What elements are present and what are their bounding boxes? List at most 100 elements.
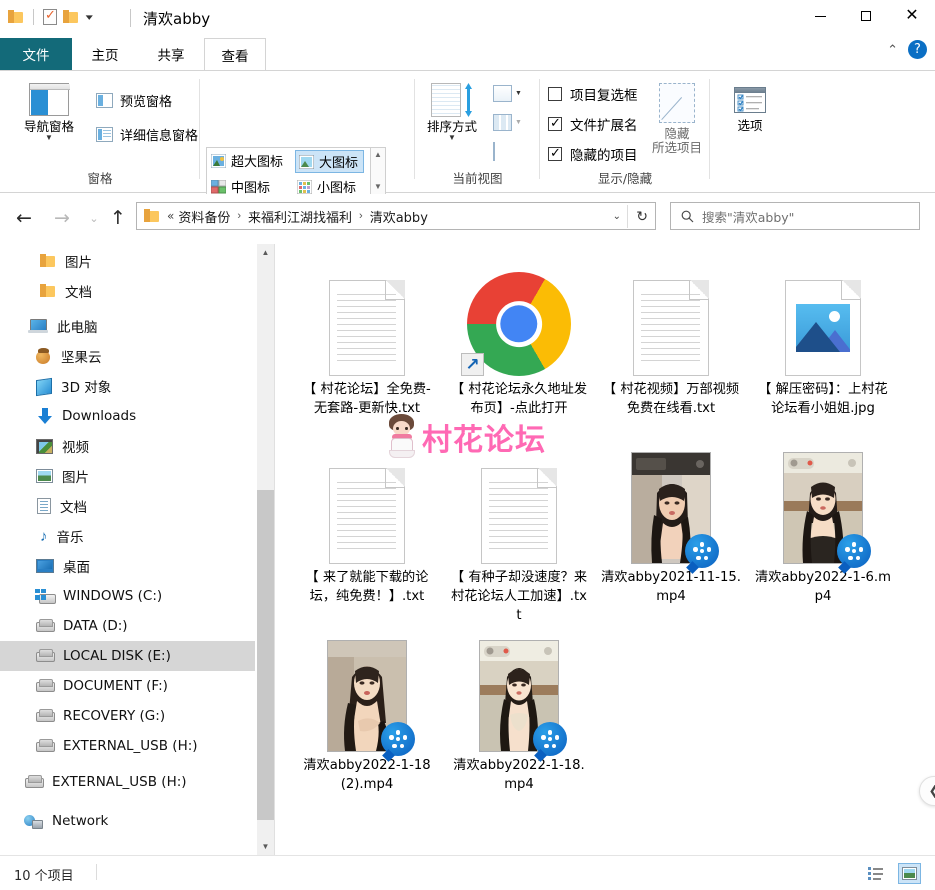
breadcrumb-separator[interactable]: › xyxy=(354,210,368,222)
up-button[interactable]: ↑ xyxy=(104,204,132,232)
tab-file[interactable]: 文件 xyxy=(0,38,72,70)
sidebar-item-label: LOCAL DISK (E:) xyxy=(63,648,171,664)
file-thumbnail xyxy=(595,256,747,376)
details-view-icon xyxy=(868,867,883,880)
file-item[interactable]: 清欢abby2022-1-18.mp4 xyxy=(443,624,595,794)
folder-icon xyxy=(40,254,56,268)
sidebar-item-external-usb-h[interactable]: EXTERNAL_USB (H:) xyxy=(0,767,255,797)
view-label: 超大图标 xyxy=(231,151,283,170)
checkbox-hidden-items[interactable]: 隐藏的项目 xyxy=(548,144,638,164)
file-item[interactable]: 【 有种子却没速度？来村花论坛人工加速】.txt xyxy=(443,444,595,625)
sidebar-scrollbar[interactable]: ▲ ▼ xyxy=(257,244,274,855)
tab-home[interactable]: 主页 xyxy=(72,38,138,70)
breadcrumb-item-0[interactable]: 资料备份 xyxy=(176,207,232,226)
address-bar[interactable]: « 资料备份 › 来福利江湖找福利 › 清欢abby ⌄ ↻ xyxy=(136,202,656,230)
sidebar-item-local-disk-e[interactable]: LOCAL DISK (E:) xyxy=(0,641,255,671)
scroll-down-icon[interactable]: ▼ xyxy=(257,838,274,855)
breadcrumb-separator[interactable]: › xyxy=(232,210,246,222)
file-thumbnail xyxy=(747,436,899,564)
forward-button[interactable]: → xyxy=(48,204,76,232)
file-list[interactable]: 【 村花论坛】全免费-无套路-更新快.txt 【 村花论坛永久地址发布页】-点此… xyxy=(275,244,935,855)
sidebar-item-recovery-g[interactable]: RECOVERY (G:) xyxy=(0,701,255,731)
add-columns-button[interactable]: ▼ xyxy=(493,114,522,131)
sidebar-item-windows-c[interactable]: WINDOWS (C:) xyxy=(0,581,255,611)
file-item[interactable]: 清欢abby2022-1-6.mp4 xyxy=(747,436,899,606)
file-item[interactable]: 【 村花视频】万部视频免费在线看.txt xyxy=(595,256,747,418)
sidebar-item-pictures[interactable]: 图片 xyxy=(0,461,255,491)
size-all-columns-button[interactable] xyxy=(493,143,495,161)
file-thumbnail xyxy=(291,256,443,376)
sidebar-item-downloads[interactable]: Downloads xyxy=(0,401,255,431)
chevron-down-icon[interactable]: ▾ xyxy=(86,12,93,23)
breadcrumb-overflow[interactable]: « xyxy=(165,209,176,223)
chevron-up-icon[interactable]: ⌃ xyxy=(887,42,898,58)
navigation-pane-button[interactable]: 导航窗格 ▼ xyxy=(10,83,88,142)
file-item[interactable]: 清欢abby2022-1-18 (2).mp4 xyxy=(291,624,443,794)
sidebar-item-this-pc[interactable]: 此电脑 xyxy=(0,311,255,341)
divider xyxy=(96,864,97,880)
hide-selected-items-button[interactable]: 隐藏 所选项目 xyxy=(646,83,708,156)
scroll-up-icon[interactable]: ▲ xyxy=(374,150,382,159)
details-view-button[interactable] xyxy=(864,863,887,884)
properties-icon[interactable] xyxy=(43,9,57,25)
file-thumbnail xyxy=(443,256,595,376)
minimize-button[interactable] xyxy=(797,0,843,32)
file-explorer-window: ▾ 清欢abby ✕ 文件 主页 共享 查看 ⌃ ? 导航窗格 ▼ xyxy=(0,0,935,890)
scroll-up-icon[interactable]: ▲ xyxy=(257,244,274,261)
options-button[interactable]: 选项 xyxy=(724,87,776,133)
sidebar-item-document-f[interactable]: DOCUMENT (F:) xyxy=(0,671,255,701)
scroll-down-icon[interactable]: ▼ xyxy=(374,182,382,191)
scrollbar-thumb[interactable] xyxy=(257,490,274,820)
sidebar-item-network[interactable]: Network xyxy=(0,806,255,836)
folder-icon[interactable] xyxy=(8,10,24,24)
breadcrumb-item-2[interactable]: 清欢abby xyxy=(368,207,430,226)
sidebar-item-desktop[interactable]: 桌面 xyxy=(0,551,255,581)
sidebar-item-label: 图片 xyxy=(65,251,92,271)
desktop-icon xyxy=(36,559,54,573)
options-label: 选项 xyxy=(737,119,762,133)
checkbox-checked-icon xyxy=(548,147,562,161)
sidebar-item-documents-qa[interactable]: 文档 xyxy=(0,276,255,306)
chevron-down-icon[interactable]: ⌄ xyxy=(613,211,621,222)
sidebar-item-3d-objects[interactable]: 3D 对象 xyxy=(0,371,255,401)
tab-share[interactable]: 共享 xyxy=(138,38,204,70)
help-icon[interactable]: ? xyxy=(908,40,927,59)
checkbox-item-checkboxes[interactable]: 项目复选框 xyxy=(548,84,638,104)
sidebar-item-pictures-qa[interactable]: 图片 xyxy=(0,246,255,276)
tab-view[interactable]: 查看 xyxy=(204,38,266,71)
details-pane-button[interactable]: 详细信息窗格 xyxy=(96,125,198,144)
checkbox-file-extensions[interactable]: 文件扩展名 xyxy=(548,114,638,134)
media-player-badge-icon xyxy=(685,534,719,568)
search-box[interactable]: 搜索"清欢abby" xyxy=(670,202,920,230)
sidebar-item-videos[interactable]: 视频 xyxy=(0,431,255,461)
sidebar-item-data-d[interactable]: DATA (D:) xyxy=(0,611,255,641)
file-item[interactable]: 【 村花论坛】全免费-无套路-更新快.txt xyxy=(291,256,443,418)
drive-icon xyxy=(35,619,54,633)
sidebar-item-music[interactable]: ♪ 音乐 xyxy=(0,521,255,551)
sidebar-item-nutstore[interactable]: 坚果云 xyxy=(0,341,255,371)
sort-by-button[interactable]: 排序方式 ▼ xyxy=(421,83,483,142)
preview-pane-label: 预览窗格 xyxy=(120,91,172,110)
breadcrumb-item-1[interactable]: 来福利江湖找福利 xyxy=(246,207,354,226)
sidebar-item-external-usb-h-child[interactable]: EXTERNAL_USB (H:) xyxy=(0,731,255,761)
close-button[interactable]: ✕ xyxy=(889,0,935,32)
drive-icon xyxy=(35,649,54,663)
video-file-icon xyxy=(783,452,863,564)
view-large-icons[interactable]: 大图标 xyxy=(295,150,364,173)
drive-icon xyxy=(35,709,54,723)
file-item[interactable]: 【 村花论坛永久地址发布页】-点此打开 xyxy=(443,256,595,418)
maximize-button[interactable] xyxy=(843,0,889,32)
file-item[interactable]: 【 解压密码】：上村花论坛看小姐姐.jpg xyxy=(747,256,899,418)
view-extra-large-icons[interactable]: 超大图标 xyxy=(211,151,283,170)
new-folder-icon[interactable] xyxy=(63,10,79,24)
preview-pane-button[interactable]: 预览窗格 xyxy=(96,91,172,110)
large-icons-view-button[interactable] xyxy=(898,863,921,884)
file-item[interactable]: 【 来了就能下载的论坛，纯免费！】.txt xyxy=(291,444,443,606)
file-item[interactable]: 清欢abby2021-11-15.mp4 xyxy=(595,436,747,606)
refresh-icon[interactable]: ↻ xyxy=(636,208,648,225)
sidebar-item-label: DOCUMENT (F:) xyxy=(63,678,168,694)
back-button[interactable]: ← xyxy=(10,204,38,232)
group-by-button[interactable]: ▼ xyxy=(493,85,522,102)
sidebar-item-documents[interactable]: 文档 xyxy=(0,491,255,521)
collapse-panel-button[interactable]: ❮ xyxy=(919,776,935,806)
